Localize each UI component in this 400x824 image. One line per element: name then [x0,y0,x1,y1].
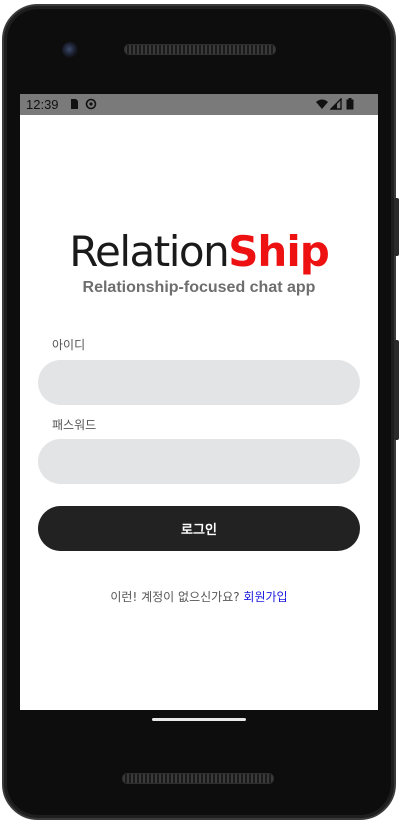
id-input[interactable] [38,360,360,405]
front-camera [62,42,78,58]
signal-icon [330,98,342,110]
password-label: 패스워드 [52,418,97,432]
app-logo: RelationShip [20,228,378,276]
status-time: 12:39 [26,97,59,112]
bottom-speaker [122,773,274,784]
id-label: 아이디 [52,338,86,352]
battery-icon [346,98,354,110]
device-frame: 12:39 RelationShip Relationship-focused … [0,0,400,824]
power-button [394,198,399,256]
logo-ship-text: Ship [228,227,330,276]
home-indicator[interactable] [152,718,246,721]
password-input[interactable] [38,439,360,484]
volume-button [394,340,399,440]
signup-prompt-row: 이런! 계정이 없으신가요? 회원가입 [20,588,378,605]
signup-prompt-text: 이런! 계정이 없으신가요? [110,590,244,604]
app-tagline: Relationship-focused chat app [82,279,316,296]
sd-card-icon [68,98,80,110]
app-screen: 12:39 RelationShip Relationship-focused … [20,94,378,710]
earpiece-speaker [124,44,276,55]
wifi-icon [316,98,328,110]
login-button[interactable]: 로그인 [38,506,360,551]
logo-relation-text: Relation [69,227,230,276]
signup-link[interactable]: 회원가입 [243,590,287,604]
sync-icon [85,98,97,110]
status-bar: 12:39 [20,94,378,115]
